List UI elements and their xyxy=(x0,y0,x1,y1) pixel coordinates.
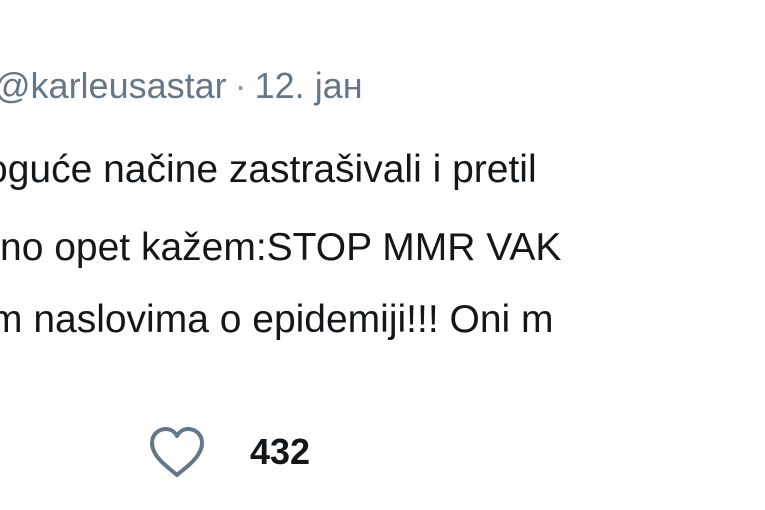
header-separator: · xyxy=(234,65,247,106)
tweet-header: @karleusastar · 12. јан xyxy=(0,64,363,108)
tweet-card: @karleusastar · 12. јан ogućе načine zastr… xyxy=(0,0,765,510)
tweet-text-line-2: no opet kažem:STOP MMR VAK xyxy=(0,226,562,269)
user-handle[interactable]: @karleusastar xyxy=(0,65,227,106)
like-button[interactable] xyxy=(148,425,206,479)
like-count: 432 xyxy=(250,431,311,472)
tweet-text-line-1: ogućе načine zastrašivali i pretil xyxy=(0,148,537,191)
tweet-text-line-3: m naslovima o epidemiji!!! Oni m xyxy=(0,298,554,341)
heart-outline-icon xyxy=(150,427,204,477)
tweet-actions: 432 xyxy=(148,425,310,479)
tweet-date[interactable]: 12. јан xyxy=(255,65,363,106)
